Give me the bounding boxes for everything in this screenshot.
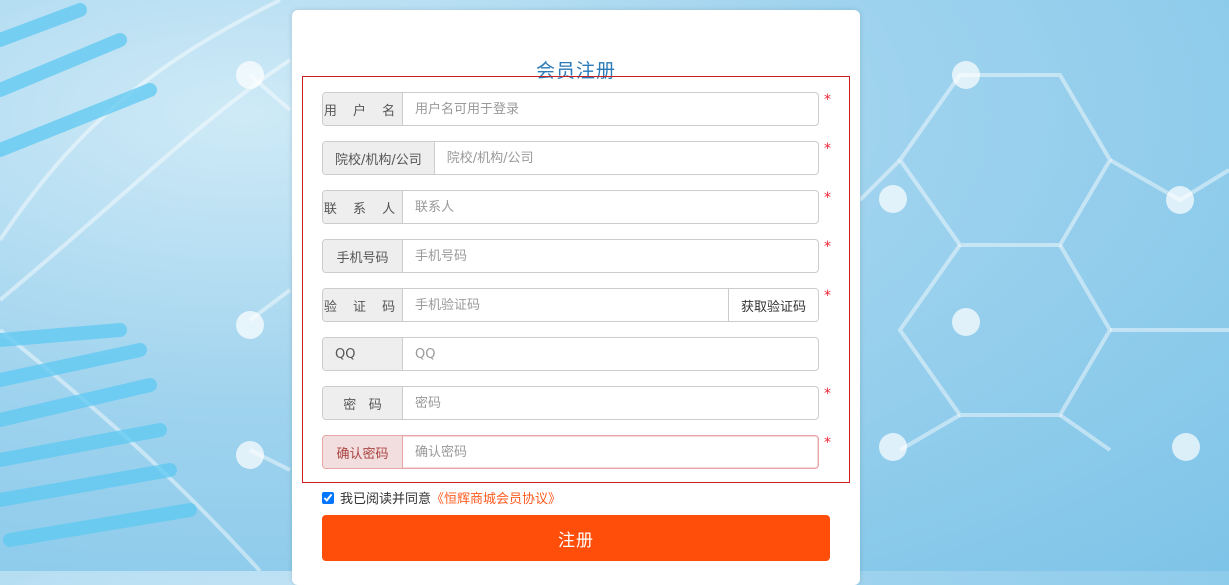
contact-label: 联 系 人 [323, 191, 403, 223]
username-label: 用 户 名 [323, 93, 403, 125]
qq-group: QQ [322, 337, 819, 371]
organization-group: 院校/机构/公司 [322, 141, 819, 175]
required-star: * [824, 141, 831, 157]
verify-code-input[interactable] [403, 289, 728, 321]
organization-label: 院校/机构/公司 [323, 142, 435, 174]
confirm-password-label: 确认密码 [323, 436, 403, 468]
confirm-password-group: 确认密码 [322, 435, 819, 469]
password-input[interactable] [403, 387, 818, 419]
password-label: 密 码 [323, 387, 403, 419]
qq-input[interactable] [403, 338, 818, 370]
organization-input[interactable] [434, 142, 818, 174]
contact-group: 联 系 人 [322, 190, 819, 224]
qq-label: QQ [323, 338, 403, 370]
password-group: 密 码 [322, 386, 819, 420]
required-star: * [824, 435, 831, 451]
verify-code-label: 验 证 码 [323, 289, 403, 321]
agreement-row: 我已阅读并同意 《恒辉商城会员协议》 [322, 488, 561, 507]
phone-input[interactable] [403, 240, 818, 272]
required-star: * [824, 288, 831, 304]
username-input[interactable] [403, 93, 818, 125]
verify-code-group: 验 证 码 获取验证码 [322, 288, 819, 322]
agreement-link[interactable]: 《恒辉商城会员协议》 [431, 488, 561, 507]
agreement-checkbox[interactable] [322, 491, 334, 504]
required-star: * [824, 92, 831, 108]
phone-group: 手机号码 [322, 239, 819, 273]
confirm-password-input[interactable] [403, 436, 818, 468]
required-star: * [824, 190, 831, 206]
register-button[interactable]: 注册 [322, 515, 830, 561]
contact-input[interactable] [403, 191, 818, 223]
required-star: * [824, 386, 831, 402]
register-form: 用 户 名 * 院校/机构/公司 * 联 系 人 * 手机号码 * [302, 76, 850, 483]
required-star: * [824, 239, 831, 255]
phone-label: 手机号码 [323, 240, 403, 272]
get-code-button[interactable]: 获取验证码 [727, 289, 818, 321]
register-card: 会员注册 用 户 名 * 院校/机构/公司 * 联 系 人 * [292, 10, 860, 585]
agreement-text: 我已阅读并同意 [340, 492, 432, 507]
username-group: 用 户 名 [322, 92, 819, 126]
